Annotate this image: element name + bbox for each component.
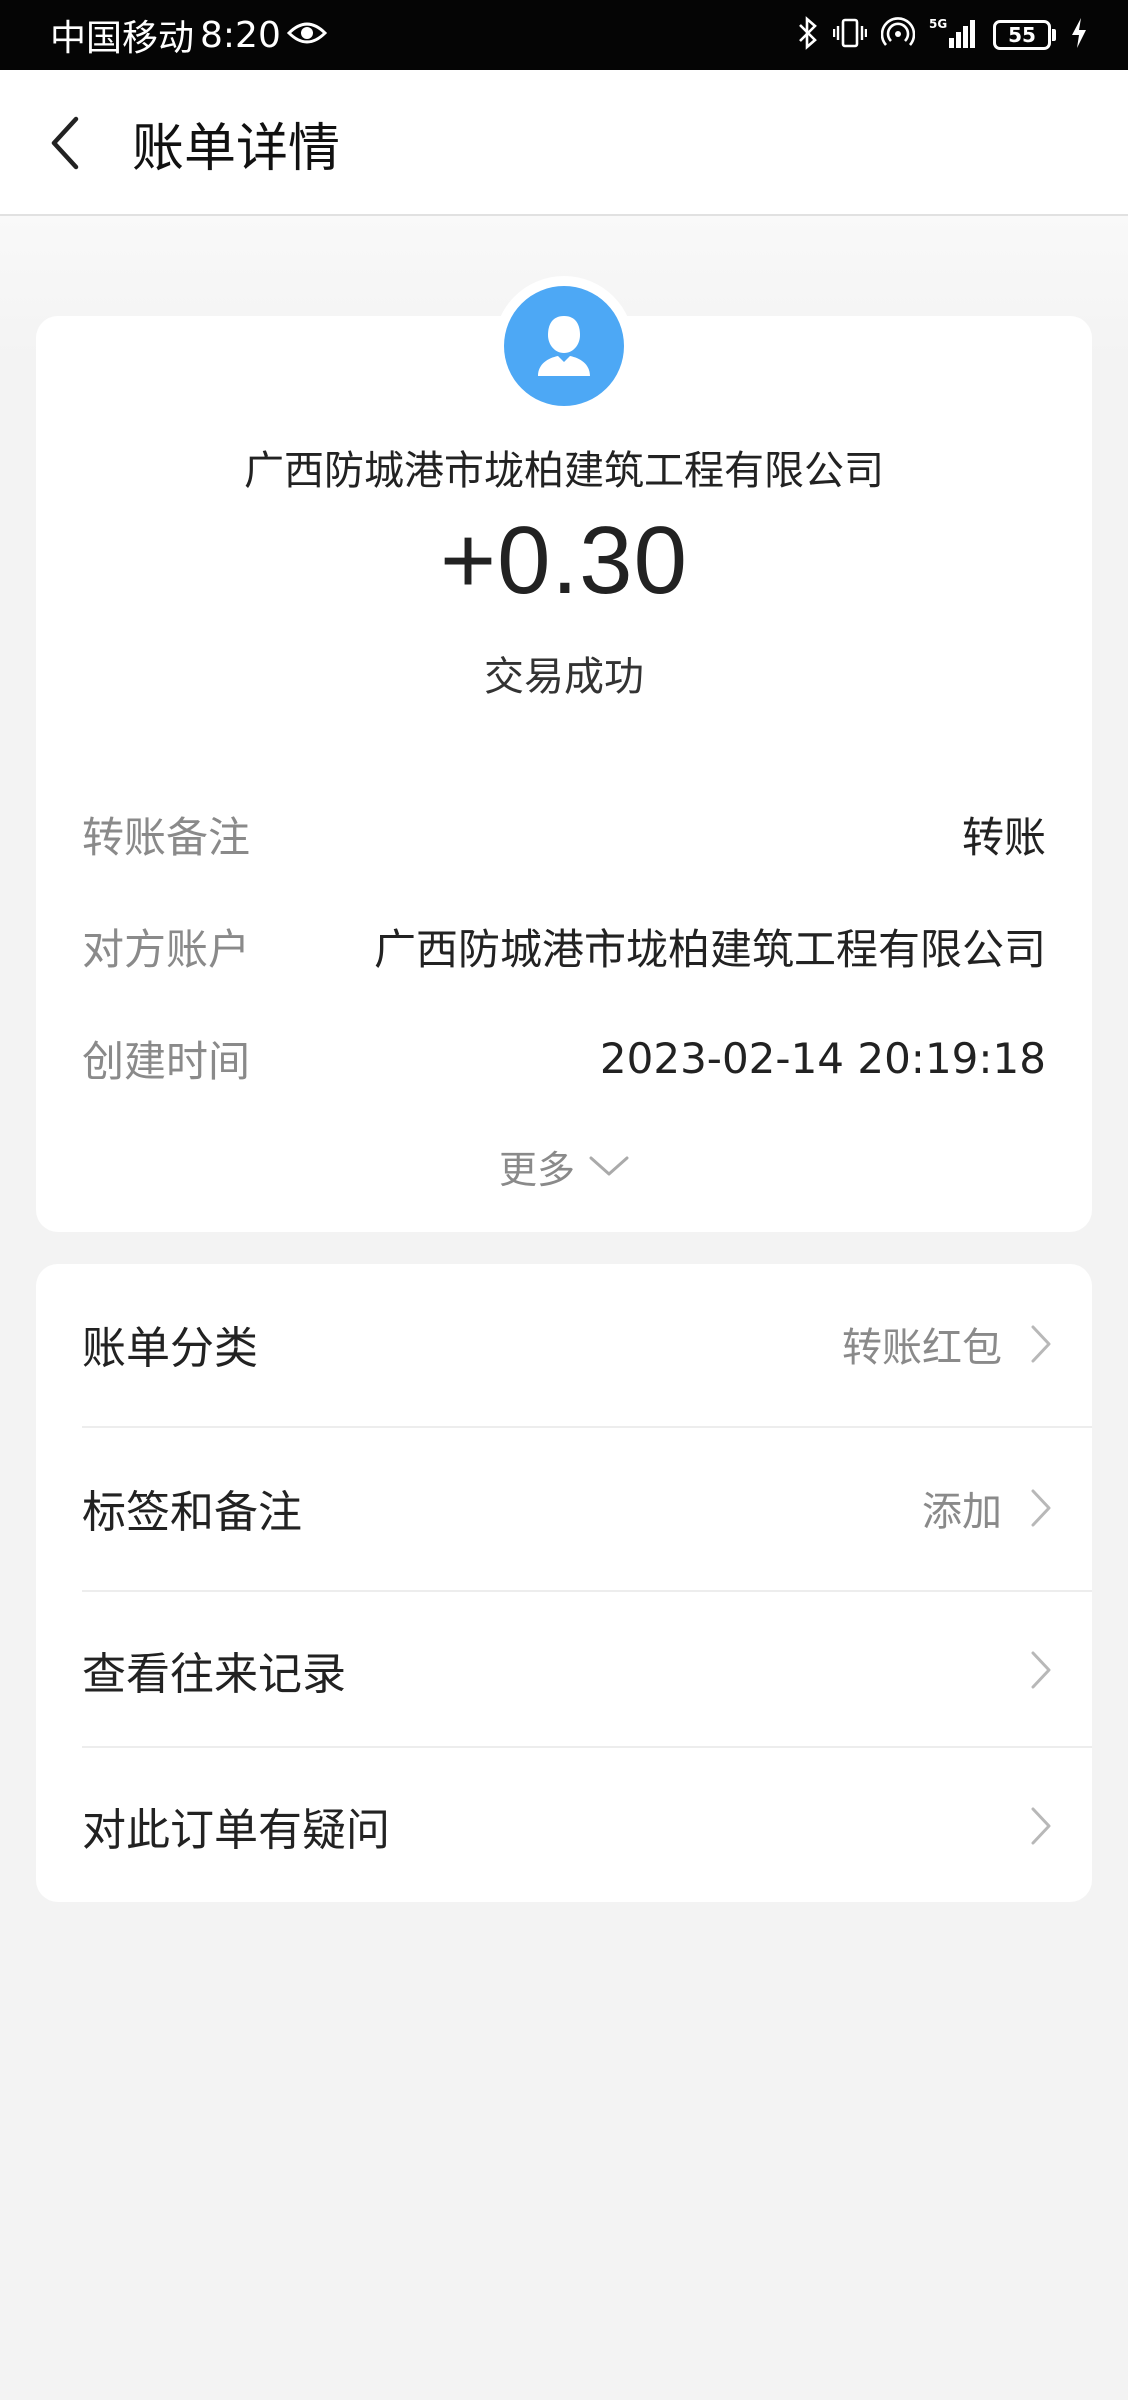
detail-row-account: 对方账户 广西防城港市垅柏建筑工程有限公司 — [82, 916, 1046, 976]
order-inquiry-row[interactable]: 对此订单有疑问 — [82, 1746, 1092, 1906]
user-avatar-icon — [504, 286, 624, 406]
battery-icon: 55 — [993, 20, 1056, 50]
carrier-label: 中国移动 — [50, 18, 195, 59]
chevron-right-icon — [1031, 1807, 1051, 1845]
nav-bar: 账单详情 — [0, 70, 1128, 216]
charging-icon — [1070, 17, 1088, 53]
page-title: 账单详情 — [132, 118, 341, 179]
back-button[interactable] — [36, 108, 96, 178]
hotspot-icon — [880, 17, 916, 53]
more-label: 更多 — [498, 1147, 575, 1192]
row-label: 标签和备注 — [82, 1487, 302, 1538]
bill-category-row[interactable]: 账单分类 转账红包 — [82, 1264, 1092, 1424]
detail-label: 创建时间 — [82, 1036, 251, 1086]
detail-row-remark: 转账备注 转账 — [82, 804, 1046, 864]
bluetooth-icon — [797, 16, 819, 54]
avatar — [494, 276, 634, 416]
transaction-amount: +0.30 — [440, 507, 688, 614]
chevron-right-icon — [1031, 1489, 1051, 1527]
clock: 8:20 — [200, 14, 281, 56]
status-bar-left: 中国移动 8:20 — [50, 0, 327, 70]
row-label: 账单分类 — [82, 1323, 258, 1374]
vibrate-icon — [832, 17, 868, 53]
detail-label: 对方账户 — [82, 924, 251, 974]
detail-value: 转账 — [961, 812, 1046, 862]
status-bar: 中国移动 8:20 5G 55 — [0, 0, 1128, 70]
status-bar-right: 5G 55 — [797, 0, 1088, 70]
detail-label: 转账备注 — [82, 812, 251, 862]
tags-remarks-row[interactable]: 标签和备注 添加 — [82, 1428, 1092, 1588]
more-button[interactable]: 更多 — [0, 1136, 1128, 1196]
counterparty-name: 广西防城港市垅柏建筑工程有限公司 — [244, 448, 884, 494]
view-history-row[interactable]: 查看往来记录 — [82, 1590, 1092, 1750]
row-label: 对此订单有疑问 — [82, 1805, 390, 1856]
svg-text:5G: 5G — [929, 17, 947, 31]
row-value: 转账红包 — [842, 1325, 1002, 1371]
chevron-right-icon — [1031, 1651, 1051, 1689]
detail-value: 广西防城港市垅柏建筑工程有限公司 — [373, 924, 1046, 974]
eye-icon — [286, 15, 327, 56]
row-value: 添加 — [922, 1489, 1002, 1535]
detail-value: 2023-02-14 20:19:18 — [599, 1033, 1046, 1083]
back-arrow-icon — [51, 116, 79, 170]
chevron-down-icon — [589, 1156, 629, 1176]
detail-row-created-time: 创建时间 2023-02-14 20:19:18 — [82, 1028, 1046, 1088]
chevron-right-icon — [1031, 1325, 1051, 1363]
signal-5g-icon: 5G — [929, 16, 979, 54]
row-label: 查看往来记录 — [82, 1649, 346, 1700]
battery-level: 55 — [993, 20, 1051, 50]
transaction-status: 交易成功 — [484, 654, 644, 700]
